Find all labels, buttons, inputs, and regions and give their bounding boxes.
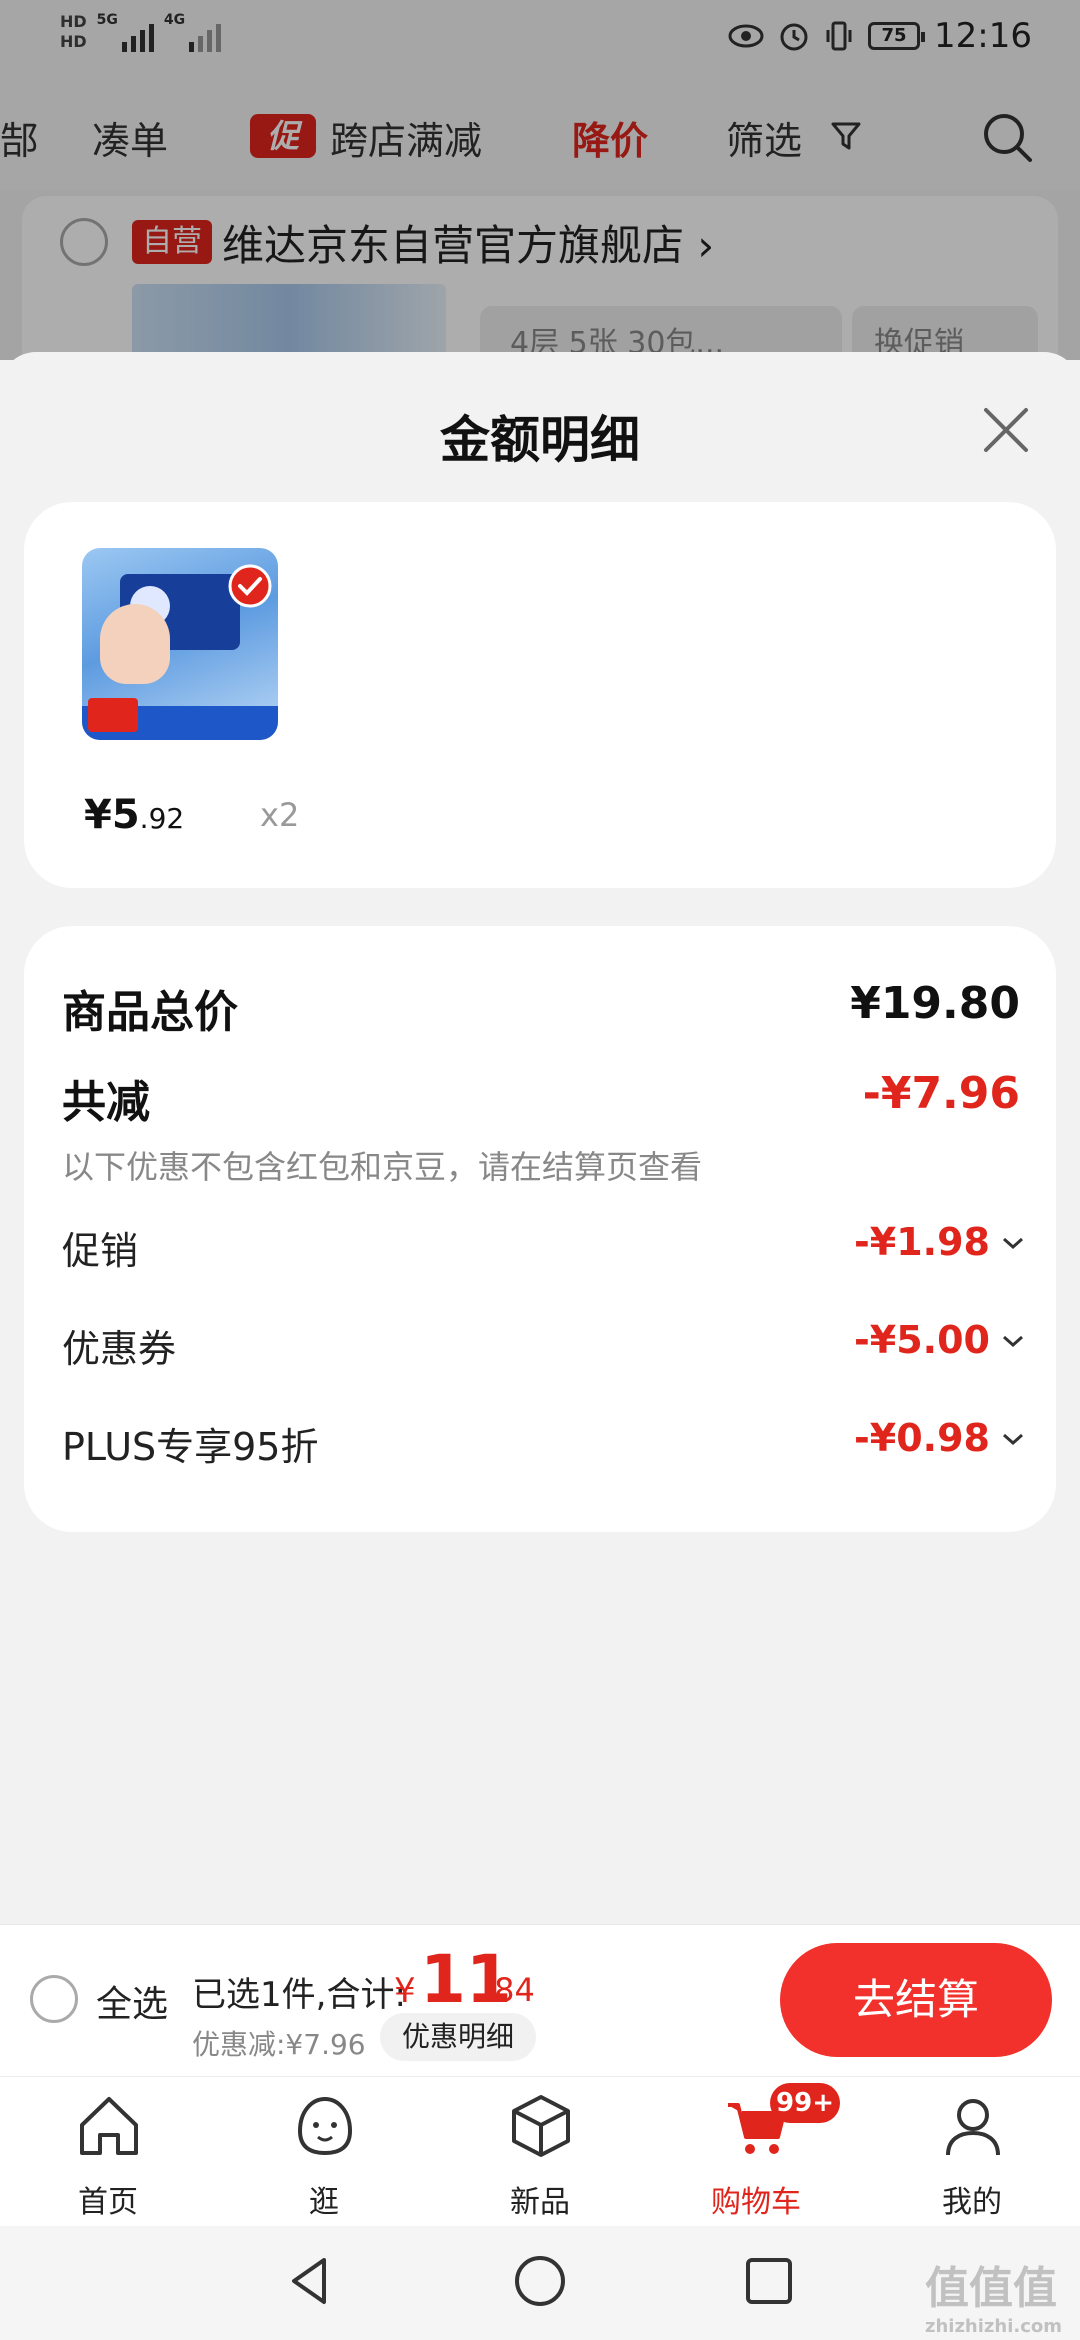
tab-label: 逛	[309, 2185, 339, 2220]
cart-count-badge: 99+	[770, 2083, 840, 2123]
chevron-down-icon[interactable]	[1000, 1332, 1026, 1350]
discount-row-label: 促销	[62, 1229, 139, 1273]
amount-summary-card: 商品总价 ¥19.80 共减 -¥7.96 以下优惠不包含红包和京豆，请在结算页…	[24, 926, 1056, 1532]
tab-home[interactable]: 首页	[28, 2077, 188, 2227]
sheet-title: 金额明细	[440, 411, 640, 469]
total-decimal: .84	[484, 1971, 535, 2009]
checkout-bar: 全选 已选1件,合计: ¥ 11 .84 优惠减:¥7.96 优惠明细 去结算	[0, 1924, 1080, 2076]
product-unit-price: ¥5.92	[84, 792, 184, 838]
discount-summary: 优惠减:¥7.96	[192, 2028, 366, 2061]
total-reduction-label: 共减	[62, 1077, 150, 1128]
profile-icon	[946, 2099, 1000, 2156]
total-price-label: 商品总价	[62, 987, 238, 1038]
discount-row-coupon[interactable]: 优惠券 -¥5.00	[62, 1318, 1042, 1378]
selected-product-card: ¥5.92 x2	[24, 502, 1056, 888]
select-all-label[interactable]: 全选	[96, 1975, 168, 2027]
home-icon	[80, 2097, 138, 2155]
discount-row-value: -¥1.98	[854, 1220, 990, 1264]
tab-label: 我的	[942, 2185, 1002, 2220]
tab-browse[interactable]: 逛	[244, 2077, 404, 2227]
discount-row-value: -¥0.98	[854, 1416, 990, 1460]
product-thumbnail[interactable]	[82, 548, 278, 740]
chevron-down-icon[interactable]	[1000, 1234, 1026, 1252]
discount-detail-button[interactable]: 优惠明细	[380, 2013, 536, 2061]
checkout-button[interactable]: 去结算	[780, 1943, 1052, 2057]
chevron-down-icon[interactable]	[1000, 1430, 1026, 1448]
watermark-url: zhizhizhi.com	[924, 2316, 1062, 2337]
back-icon[interactable]	[280, 2252, 338, 2310]
tab-label: 新品	[510, 2185, 570, 2220]
system-nav-bar	[0, 2226, 1080, 2340]
discount-row-plus[interactable]: PLUS专享95折 -¥0.98	[62, 1416, 1042, 1476]
watermark: 值值值 zhizhizhi.com	[925, 2252, 1062, 2337]
tab-label: 首页	[78, 2185, 138, 2220]
total-currency: ¥	[394, 1971, 416, 2011]
price-decimal: .92	[139, 802, 185, 835]
tab-profile[interactable]: 我的	[892, 2077, 1052, 2227]
price-integer: ¥5	[84, 792, 140, 838]
discount-row-promo[interactable]: 促销 -¥1.98	[62, 1220, 1042, 1280]
recents-icon[interactable]	[740, 2252, 798, 2310]
selected-count-text: 已选1件,合计:	[192, 1975, 406, 2015]
face-icon	[297, 2096, 353, 2156]
check-icon	[228, 564, 272, 608]
dim-overlay[interactable]	[0, 0, 1080, 360]
discount-note: 以下优惠不包含红包和京豆，请在结算页查看	[62, 1148, 703, 1186]
model-image	[100, 604, 170, 684]
product-quantity: x2	[260, 796, 300, 834]
cube-icon	[512, 2095, 570, 2157]
home-circle-icon[interactable]	[511, 2252, 569, 2310]
price-detail-sheet: 金额明细 ¥5.92 x2 商品总价 ¥19.80 共减 -¥7.96 以下优惠…	[0, 352, 1080, 1924]
watermark-text: 值值值	[924, 2263, 1057, 2314]
discount-row-label: 优惠券	[62, 1327, 177, 1371]
select-all-radio[interactable]	[30, 1975, 78, 2023]
tab-label: 购物车	[711, 2185, 801, 2220]
total-price-value: ¥19.80	[850, 978, 1020, 1029]
discount-row-value: -¥5.00	[854, 1318, 990, 1362]
discount-row-label: PLUS专享95折	[62, 1425, 319, 1469]
close-icon[interactable]	[980, 404, 1032, 456]
total-reduction-value: -¥7.96	[862, 1068, 1020, 1119]
tab-new[interactable]: 新品	[460, 2077, 620, 2227]
price-sticker	[88, 698, 138, 732]
bottom-tab-bar: 首页 逛 新品 购物车 99+ 我的	[0, 2076, 1080, 2226]
